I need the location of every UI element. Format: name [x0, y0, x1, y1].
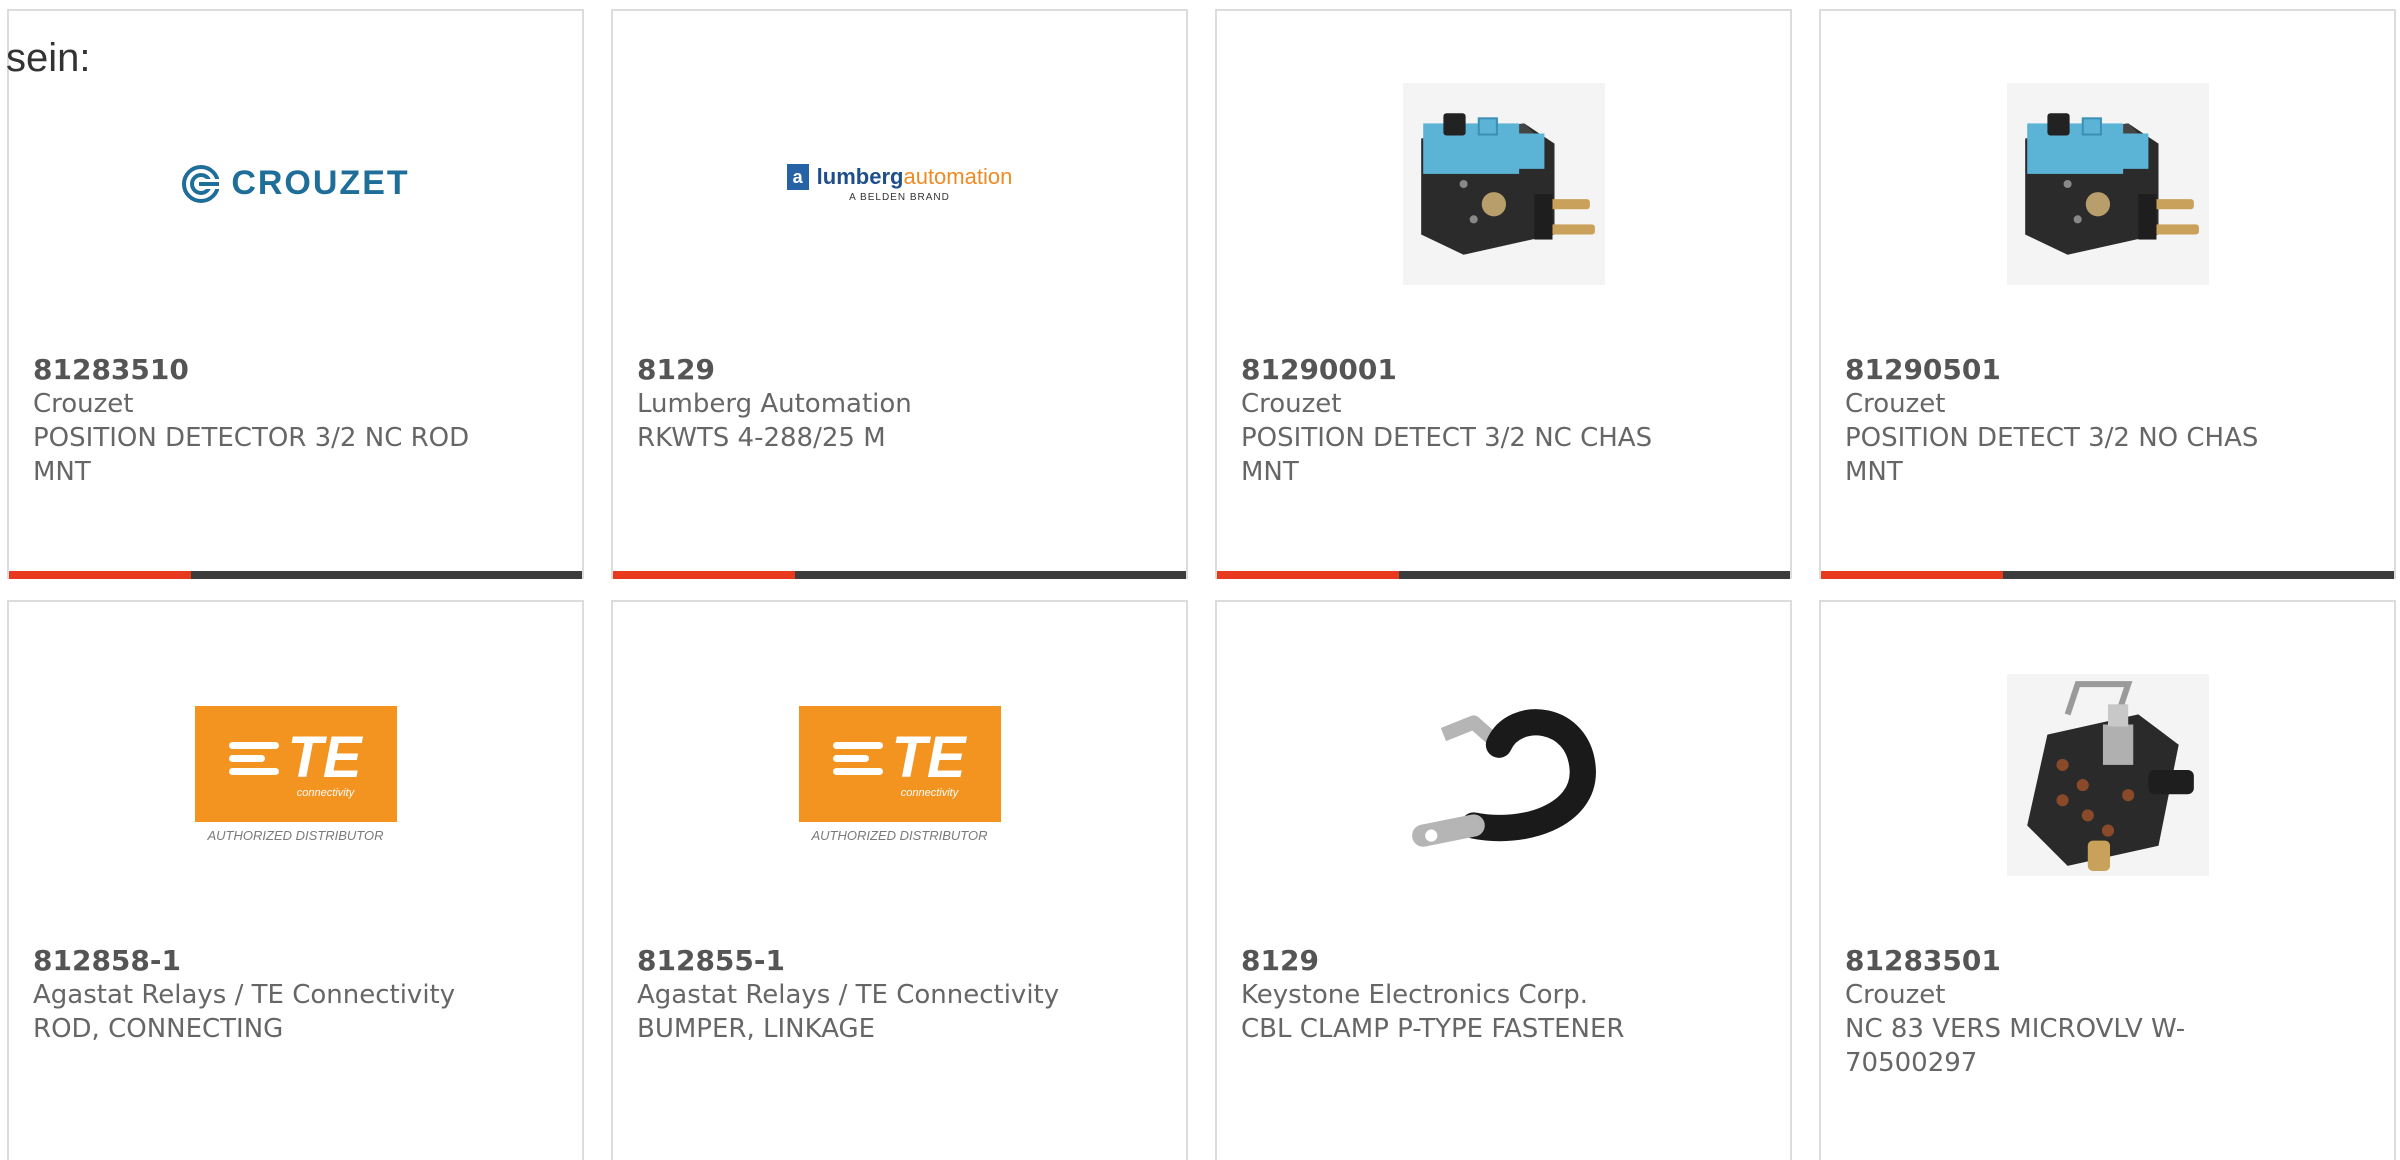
- product-card[interactable]: CROUZET 81283510 Crouzet POSITION DETECT…: [7, 9, 584, 579]
- manufacturer: Crouzet: [1845, 980, 1946, 1010]
- microvalve-photo: [2006, 673, 2209, 876]
- product-image: [1217, 672, 1790, 877]
- product-card[interactable]: TE connectivity AUTHORIZED DISTRIBUTOR 8…: [611, 600, 1188, 1160]
- lumberg-automation-logo: a lumbergautomation A BELDEN BRAND: [786, 164, 1012, 203]
- product-image: TE connectivity AUTHORIZED DISTRIBUTOR: [613, 672, 1186, 877]
- description: POSITION DETECTOR 3/2 NC ROD MNT: [33, 423, 470, 487]
- description: POSITION DETECT 3/2 NC CHAS MNT: [1241, 423, 1653, 487]
- product-card[interactable]: 81283501 Crouzet NC 83 VERS MICROVLV W-7…: [1819, 600, 2396, 1160]
- product-image: [1821, 81, 2394, 286]
- cable-clamp-photo: [1402, 673, 1605, 876]
- part-number[interactable]: 812855-1: [637, 944, 785, 978]
- part-number[interactable]: 81290001: [1241, 353, 1397, 387]
- part-number[interactable]: 812858-1: [33, 944, 181, 978]
- crouzet-logo: CROUZET: [181, 164, 409, 204]
- manufacturer: Agastat Relays / TE Connectivity: [33, 980, 456, 1010]
- te-connectivity-logo: TE connectivity AUTHORIZED DISTRIBUTOR: [194, 706, 397, 843]
- card-accent-bar: [613, 571, 1186, 579]
- product-image: TE connectivity AUTHORIZED DISTRIBUTOR: [9, 672, 582, 877]
- part-number[interactable]: 8129: [637, 353, 715, 387]
- part-number[interactable]: 81283501: [1845, 944, 2001, 978]
- description: NC 83 VERS MICROVLV W-70500297: [1845, 1014, 2186, 1078]
- manufacturer: Agastat Relays / TE Connectivity: [637, 980, 1060, 1010]
- card-accent-bar: [9, 571, 582, 579]
- position-detector-photo: [2006, 82, 2209, 285]
- product-card[interactable]: 81290501 Crouzet POSITION DETECT 3/2 NO …: [1819, 9, 2396, 579]
- description: RKWTS 4-288/25 M: [637, 423, 886, 453]
- manufacturer: Crouzet: [1845, 389, 1946, 419]
- product-card[interactable]: a lumbergautomation A BELDEN BRAND 8129 …: [611, 9, 1188, 579]
- manufacturer: Keystone Electronics Corp.: [1241, 980, 1589, 1010]
- part-number[interactable]: 81283510: [33, 353, 189, 387]
- te-connectivity-logo: TE connectivity AUTHORIZED DISTRIBUTOR: [798, 706, 1001, 843]
- product-card[interactable]: 81290001 Crouzet POSITION DETECT 3/2 NC …: [1215, 9, 1792, 579]
- product-card[interactable]: 8129 Keystone Electronics Corp. CBL CLAM…: [1215, 600, 1792, 1160]
- part-number[interactable]: 8129: [1241, 944, 1319, 978]
- product-card[interactable]: TE connectivity AUTHORIZED DISTRIBUTOR 8…: [7, 600, 584, 1160]
- position-detector-photo: [1402, 82, 1605, 285]
- manufacturer: Crouzet: [33, 389, 134, 419]
- description: CBL CLAMP P-TYPE FASTENER: [1241, 1014, 1625, 1044]
- product-image: a lumbergautomation A BELDEN BRAND: [613, 81, 1186, 286]
- card-accent-bar: [1217, 571, 1790, 579]
- manufacturer: Lumberg Automation: [637, 389, 912, 419]
- product-image: [1821, 672, 2394, 877]
- manufacturer: Crouzet: [1241, 389, 1342, 419]
- product-image: [1217, 81, 1790, 286]
- description: BUMPER, LINKAGE: [637, 1014, 876, 1044]
- part-number[interactable]: 81290501: [1845, 353, 2001, 387]
- description: ROD, CONNECTING: [33, 1014, 284, 1044]
- product-image: CROUZET: [9, 81, 582, 286]
- description: POSITION DETECT 3/2 NO CHAS MNT: [1845, 423, 2259, 487]
- intro-text: sein:: [6, 36, 91, 80]
- card-accent-bar: [1821, 571, 2394, 579]
